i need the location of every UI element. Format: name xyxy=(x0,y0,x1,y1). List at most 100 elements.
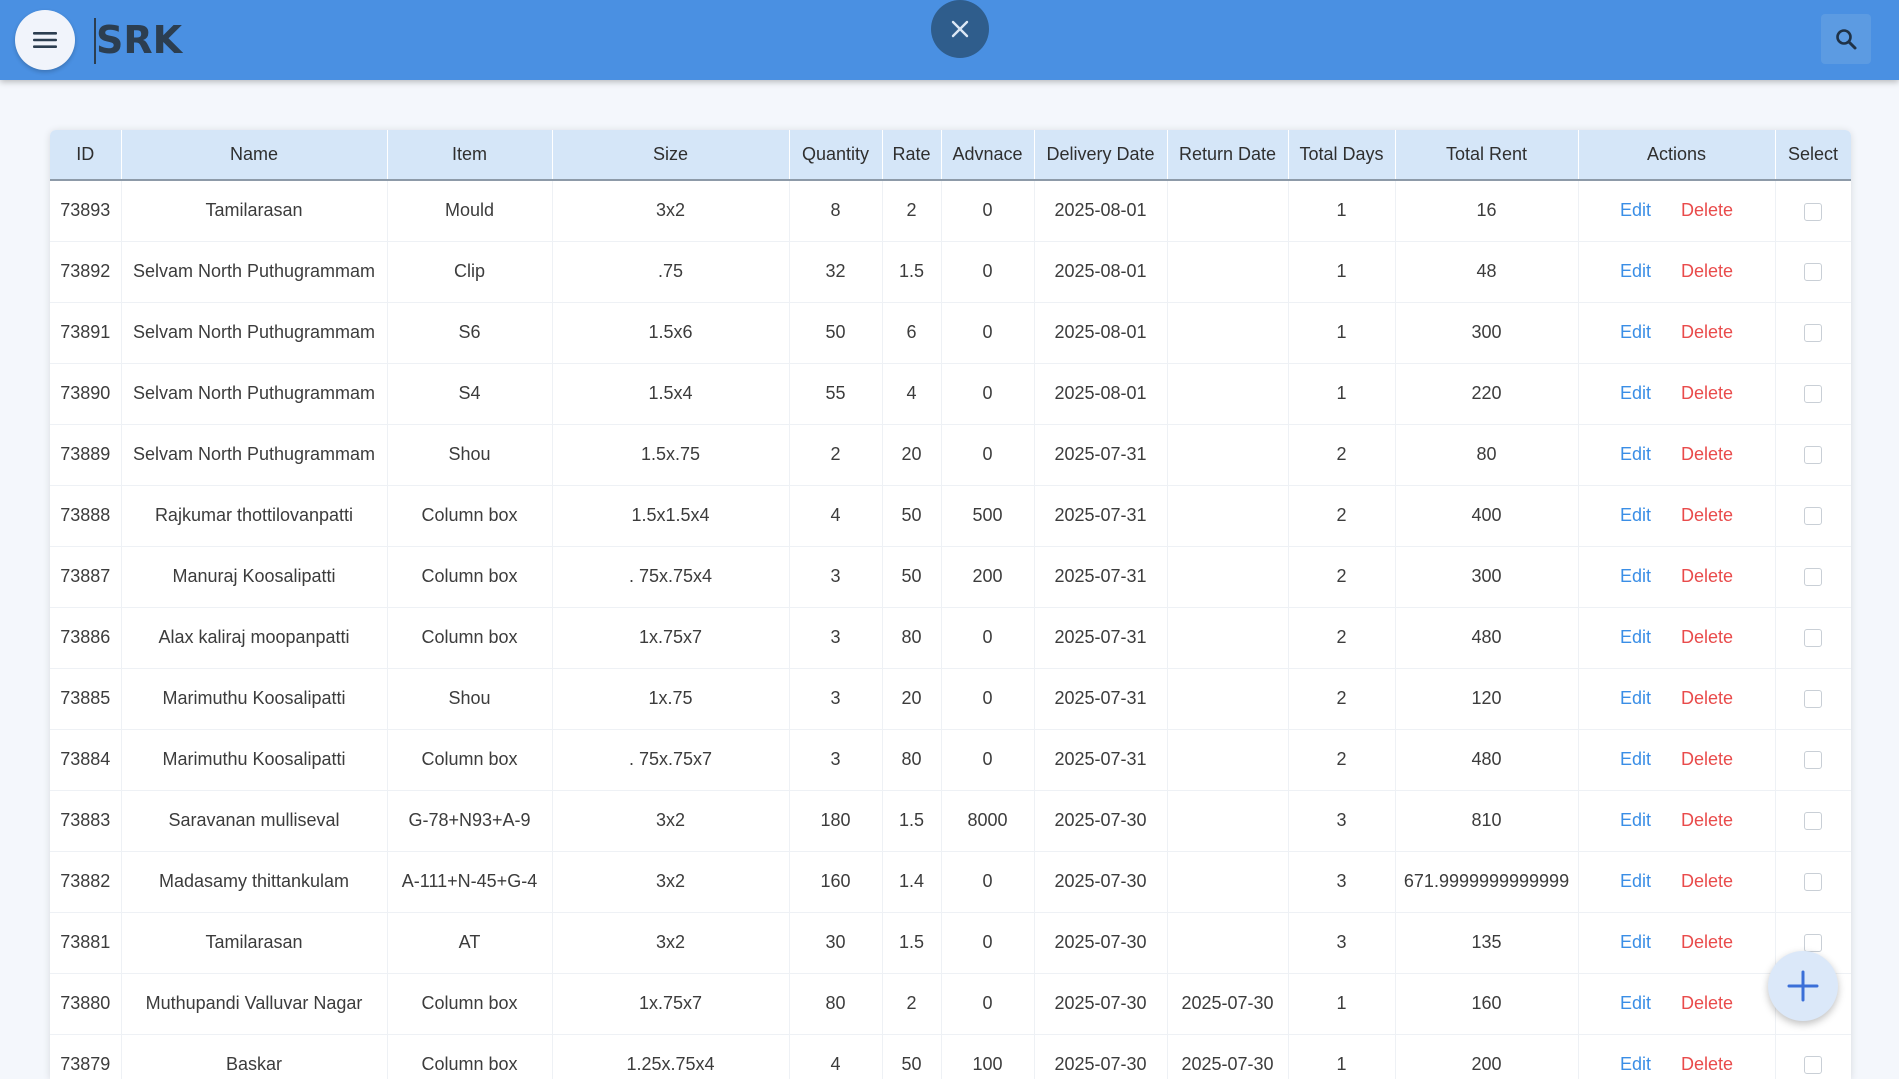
row-select-checkbox[interactable] xyxy=(1804,934,1822,953)
cell-name: Marimuthu Koosalipatti xyxy=(121,729,388,791)
search-button[interactable] xyxy=(1821,14,1871,64)
cell-total-days: 1 xyxy=(1288,363,1396,425)
cell-actions: Edit Delete xyxy=(1578,424,1776,486)
row-select-checkbox[interactable] xyxy=(1804,507,1822,526)
edit-link[interactable]: Edit xyxy=(1620,444,1651,464)
column-header-size[interactable]: Size xyxy=(552,130,790,181)
delete-link[interactable]: Delete xyxy=(1681,566,1733,586)
row-select-checkbox[interactable] xyxy=(1804,812,1822,831)
cell-total-rent: 300 xyxy=(1395,302,1579,364)
delete-link[interactable]: Delete xyxy=(1681,444,1733,464)
cell-advance: 500 xyxy=(941,485,1035,547)
cell-item: Clip xyxy=(387,241,553,303)
edit-link[interactable]: Edit xyxy=(1620,505,1651,525)
close-button[interactable] xyxy=(931,0,989,58)
cell-select xyxy=(1775,363,1851,425)
menu-button[interactable] xyxy=(15,10,75,70)
cell-id: 73893 xyxy=(50,180,122,242)
cell-item: Mould xyxy=(387,180,553,242)
cell-return-date xyxy=(1167,729,1289,791)
edit-link[interactable]: Edit xyxy=(1620,993,1651,1013)
cell-delivery-date: 2025-07-30 xyxy=(1034,1034,1168,1079)
row-select-checkbox[interactable] xyxy=(1804,629,1822,648)
row-select-checkbox[interactable] xyxy=(1804,324,1822,343)
cell-rate: 1.4 xyxy=(882,851,942,913)
row-select-checkbox[interactable] xyxy=(1804,385,1822,404)
edit-link[interactable]: Edit xyxy=(1620,810,1651,830)
delete-link[interactable]: Delete xyxy=(1681,810,1733,830)
edit-link[interactable]: Edit xyxy=(1620,200,1651,220)
edit-link[interactable]: Edit xyxy=(1620,749,1651,769)
row-select-checkbox[interactable] xyxy=(1804,263,1822,282)
delete-link[interactable]: Delete xyxy=(1681,322,1733,342)
delete-link[interactable]: Delete xyxy=(1681,1054,1733,1074)
edit-link[interactable]: Edit xyxy=(1620,261,1651,281)
column-header-return-date[interactable]: Return Date xyxy=(1167,130,1289,181)
column-header-quantity[interactable]: Quantity xyxy=(789,130,883,181)
delete-link[interactable]: Delete xyxy=(1681,993,1733,1013)
cell-size: .75 xyxy=(552,241,790,303)
column-header-item[interactable]: Item xyxy=(387,130,553,181)
table-row: 73881 Tamilarasan AT 3x2 30 1.5 0 2025-07-30 3 13… xyxy=(50,912,1851,974)
cell-advance: 0 xyxy=(941,668,1035,730)
column-header-advance[interactable]: Advnace xyxy=(941,130,1035,181)
table-header-row: ID Name Item Size Quantity Rate Advnace … xyxy=(50,130,1851,181)
cell-quantity: 55 xyxy=(789,363,883,425)
cell-advance: 0 xyxy=(941,607,1035,669)
delete-link[interactable]: Delete xyxy=(1681,871,1733,891)
edit-link[interactable]: Edit xyxy=(1620,383,1651,403)
cell-name: Muthupandi Valluvar Nagar xyxy=(121,973,388,1035)
cell-total-days: 3 xyxy=(1288,851,1396,913)
row-select-checkbox[interactable] xyxy=(1804,1056,1822,1075)
table-row: 73889 Selvam North Puthugrammam Shou 1.5x.7… xyxy=(50,424,1851,486)
column-header-id[interactable]: ID xyxy=(50,130,122,181)
add-record-button[interactable] xyxy=(1768,951,1838,1021)
column-header-rate[interactable]: Rate xyxy=(882,130,942,181)
cell-return-date xyxy=(1167,790,1289,852)
row-select-checkbox[interactable] xyxy=(1804,751,1822,770)
column-header-total-days[interactable]: Total Days xyxy=(1288,130,1396,181)
table-row: 73892 Selvam North Puthugrammam Clip .75 32 1… xyxy=(50,241,1851,303)
cell-return-date xyxy=(1167,363,1289,425)
cell-quantity: 8 xyxy=(789,180,883,242)
cell-name: Manuraj Koosalipatti xyxy=(121,546,388,608)
edit-link[interactable]: Edit xyxy=(1620,627,1651,647)
delete-link[interactable]: Delete xyxy=(1681,261,1733,281)
delete-link[interactable]: Delete xyxy=(1681,627,1733,647)
cell-size: 3x2 xyxy=(552,912,790,974)
edit-link[interactable]: Edit xyxy=(1620,688,1651,708)
delete-link[interactable]: Delete xyxy=(1681,749,1733,769)
cell-select xyxy=(1775,668,1851,730)
edit-link[interactable]: Edit xyxy=(1620,932,1651,952)
cell-select xyxy=(1775,729,1851,791)
edit-link[interactable]: Edit xyxy=(1620,871,1651,891)
cell-total-rent: 200 xyxy=(1395,1034,1579,1079)
brand-logo-text: SRK xyxy=(96,18,183,62)
cell-actions: Edit Delete xyxy=(1578,546,1776,608)
delete-link[interactable]: Delete xyxy=(1681,932,1733,952)
delete-link[interactable]: Delete xyxy=(1681,383,1733,403)
column-header-total-rent[interactable]: Total Rent xyxy=(1395,130,1579,181)
edit-link[interactable]: Edit xyxy=(1620,1054,1651,1074)
edit-link[interactable]: Edit xyxy=(1620,322,1651,342)
cell-delivery-date: 2025-07-31 xyxy=(1034,729,1168,791)
plus-icon xyxy=(1787,970,1819,1002)
cell-item: A-111+N-45+G-4 xyxy=(387,851,553,913)
cell-id: 73881 xyxy=(50,912,122,974)
cell-size: 1.5x6 xyxy=(552,302,790,364)
cell-rate: 50 xyxy=(882,1034,942,1079)
row-select-checkbox[interactable] xyxy=(1804,202,1822,221)
column-header-name[interactable]: Name xyxy=(121,130,388,181)
cell-item: Column box xyxy=(387,729,553,791)
row-select-checkbox[interactable] xyxy=(1804,446,1822,465)
row-select-checkbox[interactable] xyxy=(1804,873,1822,892)
row-select-checkbox[interactable] xyxy=(1804,568,1822,587)
row-select-checkbox[interactable] xyxy=(1804,690,1822,709)
column-header-delivery-date[interactable]: Delivery Date xyxy=(1034,130,1168,181)
cell-advance: 200 xyxy=(941,546,1035,608)
delete-link[interactable]: Delete xyxy=(1681,200,1733,220)
edit-link[interactable]: Edit xyxy=(1620,566,1651,586)
cell-delivery-date: 2025-07-31 xyxy=(1034,546,1168,608)
delete-link[interactable]: Delete xyxy=(1681,688,1733,708)
delete-link[interactable]: Delete xyxy=(1681,505,1733,525)
